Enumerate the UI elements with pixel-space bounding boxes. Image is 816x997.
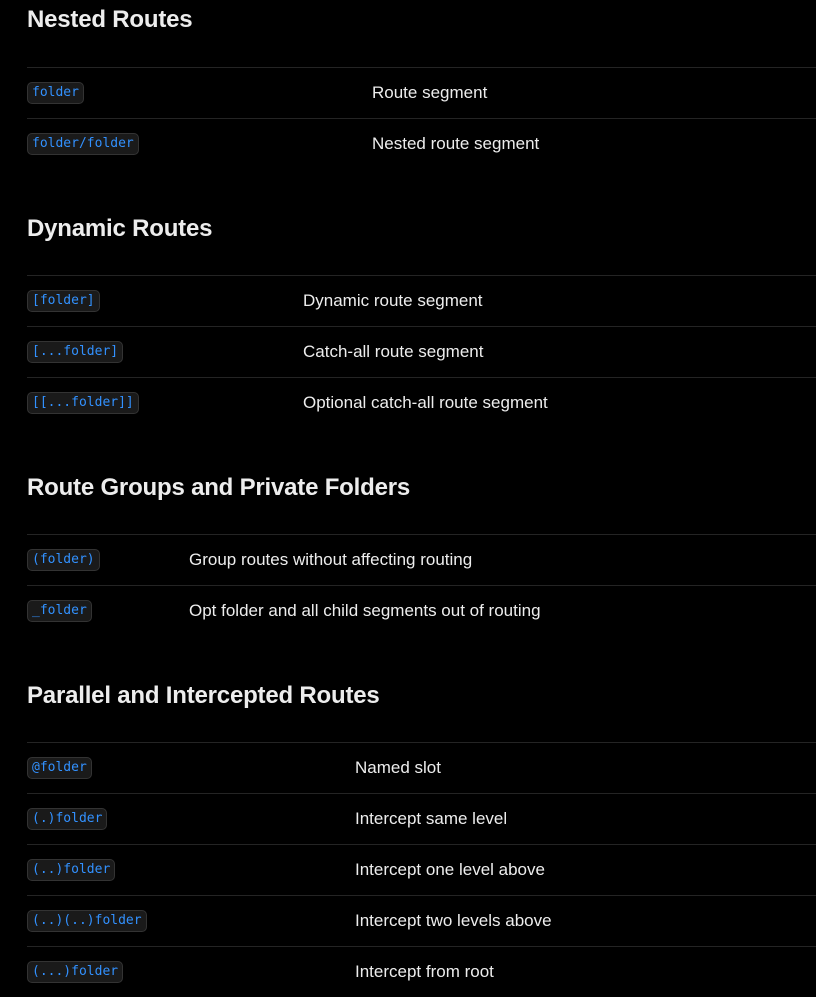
table-row: (..)folder Intercept one level above — [27, 844, 816, 895]
route-description: Intercept from root — [355, 962, 494, 981]
route-code: [[...folder]] — [27, 392, 139, 414]
section-nested-routes: Nested Routes folder Route segment folde… — [27, 6, 816, 155]
route-code: @folder — [27, 757, 92, 779]
route-description: Route segment — [372, 83, 488, 102]
route-code: (..)folder — [27, 859, 116, 881]
route-description: Catch-all route segment — [303, 342, 484, 361]
route-description: Optional catch-all route segment — [303, 393, 548, 412]
route-description: Named slot — [355, 758, 441, 777]
table-row: [[...folder]] Optional catch-all route s… — [27, 377, 816, 428]
table-row: (...)folder Intercept from root — [27, 946, 816, 997]
section-heading: Dynamic Routes — [27, 215, 213, 242]
route-code: [folder] — [27, 290, 100, 312]
route-description: Group routes without affecting routing — [189, 550, 473, 569]
routes-table: (folder) Group routes without affecting … — [27, 534, 816, 636]
table-row: folder Route segment — [27, 67, 816, 118]
table-row: (folder) Group routes without affecting … — [27, 534, 816, 585]
table-row: folder/folder Nested route segment — [27, 118, 816, 169]
route-code: _folder — [27, 600, 92, 622]
section-route-groups: Route Groups and Private Folders (folder… — [27, 474, 816, 622]
section-heading: Nested Routes — [27, 6, 193, 33]
route-description: Dynamic route segment — [303, 291, 483, 310]
route-code: (...)folder — [27, 961, 124, 983]
route-description: Intercept same level — [355, 809, 508, 828]
section-parallel-intercepted-routes: Parallel and Intercepted Routes @folder … — [27, 682, 816, 983]
table-row: @folder Named slot — [27, 742, 816, 793]
route-code: (.)folder — [27, 808, 108, 830]
route-description: Opt folder and all child segments out of… — [189, 601, 541, 620]
route-description: Nested route segment — [372, 134, 540, 153]
route-code: folder — [27, 82, 84, 104]
table-row: (.)folder Intercept same level — [27, 793, 816, 844]
table-row: [...folder] Catch-all route segment — [27, 326, 816, 377]
route-description: Intercept one level above — [355, 860, 545, 879]
table-row: [folder] Dynamic route segment — [27, 275, 816, 326]
route-code: (folder) — [27, 549, 100, 571]
section-dynamic-routes: Dynamic Routes [folder] Dynamic route se… — [27, 215, 816, 414]
table-row: _folder Opt folder and all child segment… — [27, 585, 816, 636]
section-heading: Route Groups and Private Folders — [27, 474, 411, 501]
section-heading: Parallel and Intercepted Routes — [27, 682, 380, 709]
route-description: Intercept two levels above — [355, 911, 552, 930]
routes-table: [folder] Dynamic route segment [...folde… — [27, 275, 816, 428]
route-code: [...folder] — [27, 341, 124, 363]
route-code: (..)(..)folder — [27, 910, 147, 932]
routes-table: folder Route segment folder/folder Neste… — [27, 67, 816, 169]
route-code: folder/folder — [27, 133, 139, 155]
routes-table: @folder Named slot (.)folder Intercept s… — [27, 742, 816, 997]
table-row: (..)(..)folder Intercept two levels abov… — [27, 895, 816, 946]
